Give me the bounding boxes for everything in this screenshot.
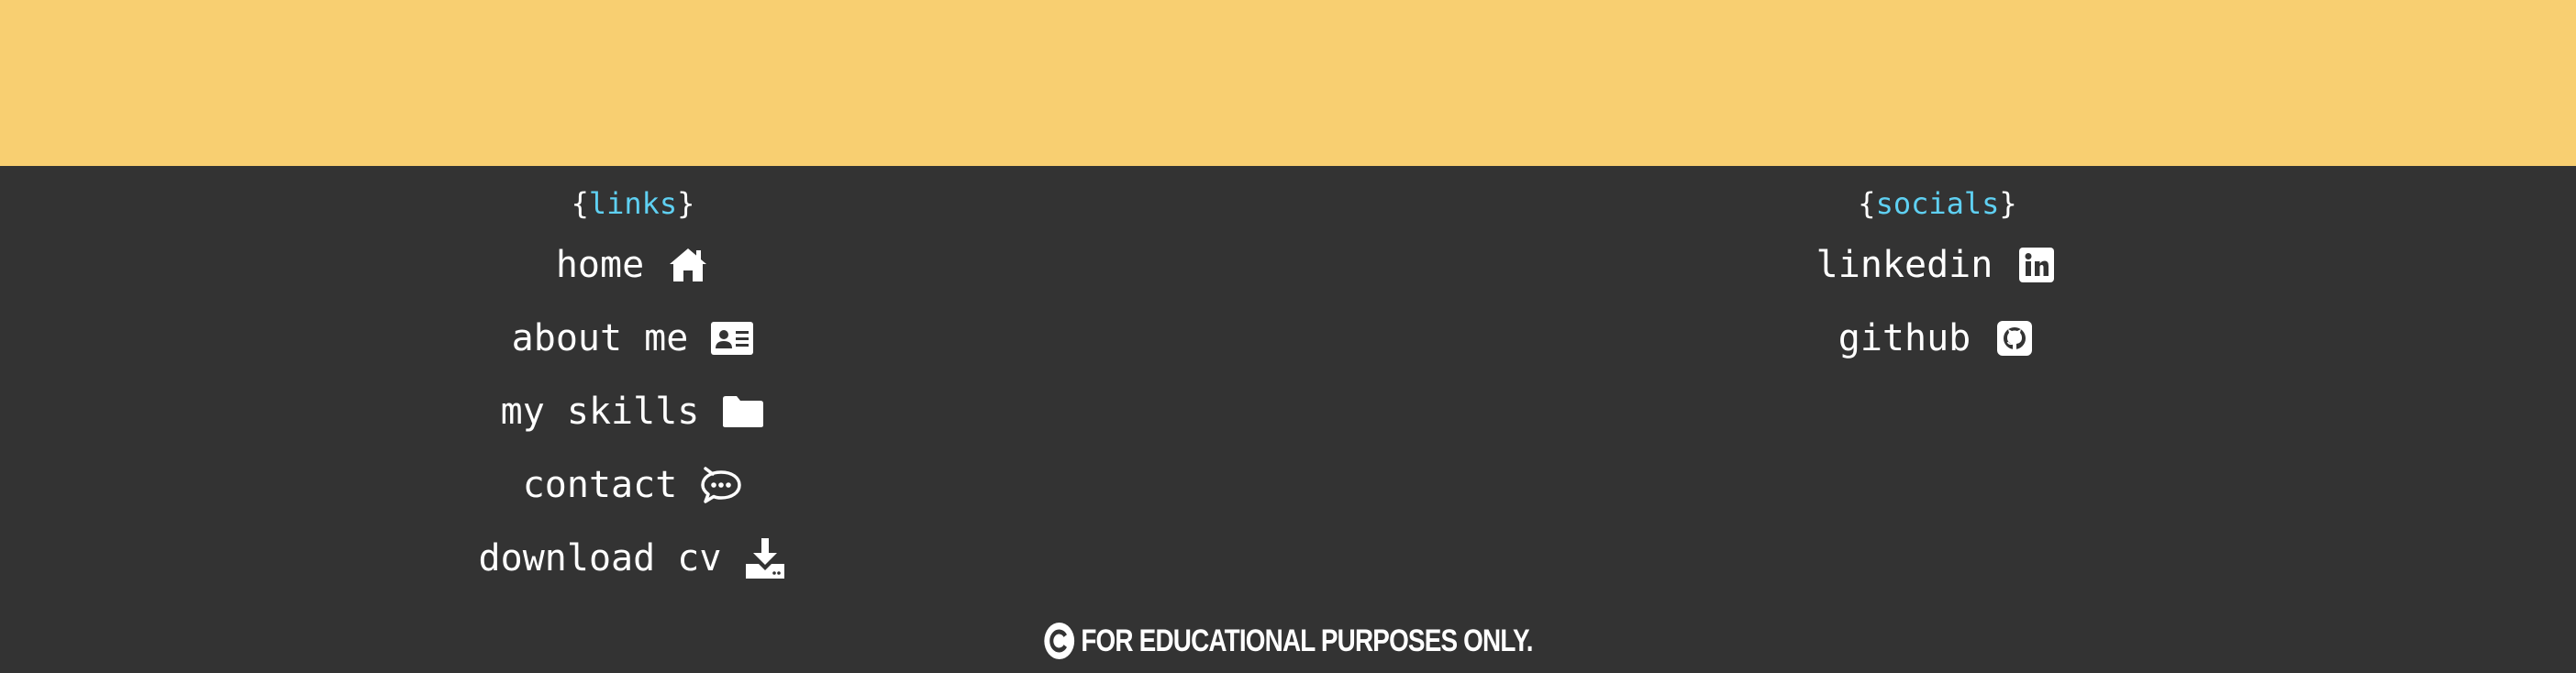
chat-bubble-icon xyxy=(699,463,743,507)
nav-link-download-cv-label: download cv xyxy=(478,537,722,579)
socials-heading: {socials} xyxy=(1858,182,2016,225)
site-footer: {links} home about me my skills contact … xyxy=(0,166,2576,673)
links-heading-open-brace: { xyxy=(571,186,589,221)
download-icon xyxy=(743,536,787,580)
nav-link-my-skills-label: my skills xyxy=(500,391,700,433)
links-heading: {links} xyxy=(572,182,695,225)
social-link-linkedin-label: linkedin xyxy=(1815,244,1993,286)
nav-link-home-label: home xyxy=(555,244,645,286)
links-list: home about me my skills contact download… xyxy=(479,228,788,595)
nav-link-about-me[interactable]: about me xyxy=(512,302,755,375)
nav-link-about-me-label: about me xyxy=(511,317,689,359)
social-link-github[interactable]: github xyxy=(1838,302,2037,375)
links-heading-word: links xyxy=(588,186,678,221)
socials-heading-open-brace: { xyxy=(1858,186,1876,221)
nav-link-home[interactable]: home xyxy=(556,228,710,302)
socials-heading-close-brace: } xyxy=(1999,186,2017,221)
copyright-notice: FOR EDUCATIONAL PURPOSES ONLY. xyxy=(232,618,2345,664)
links-heading-close-brace: } xyxy=(677,186,695,221)
social-link-linkedin[interactable]: linkedin xyxy=(1816,228,2060,302)
id-card-icon xyxy=(710,316,754,360)
nav-link-contact-label: contact xyxy=(522,464,678,506)
copyright-text: FOR EDUCATIONAL PURPOSES ONLY. xyxy=(1081,623,1533,658)
socials-heading-word: socials xyxy=(1875,186,2000,221)
nav-link-contact[interactable]: contact xyxy=(523,448,744,522)
nav-link-download-cv[interactable]: download cv xyxy=(479,522,788,595)
copyright-icon xyxy=(1043,622,1074,660)
home-icon xyxy=(666,243,710,287)
folder-icon xyxy=(721,390,765,434)
social-link-github-label: github xyxy=(1838,317,1971,359)
nav-link-my-skills[interactable]: my skills xyxy=(501,375,766,448)
top-band xyxy=(0,0,2576,166)
links-column: {links} home about me my skills contact … xyxy=(312,166,954,595)
socials-list: linkedin github xyxy=(1816,228,2060,375)
github-icon xyxy=(1993,316,2037,360)
linkedin-icon xyxy=(2015,243,2059,287)
socials-column: {socials} linkedin github xyxy=(1616,166,2259,375)
